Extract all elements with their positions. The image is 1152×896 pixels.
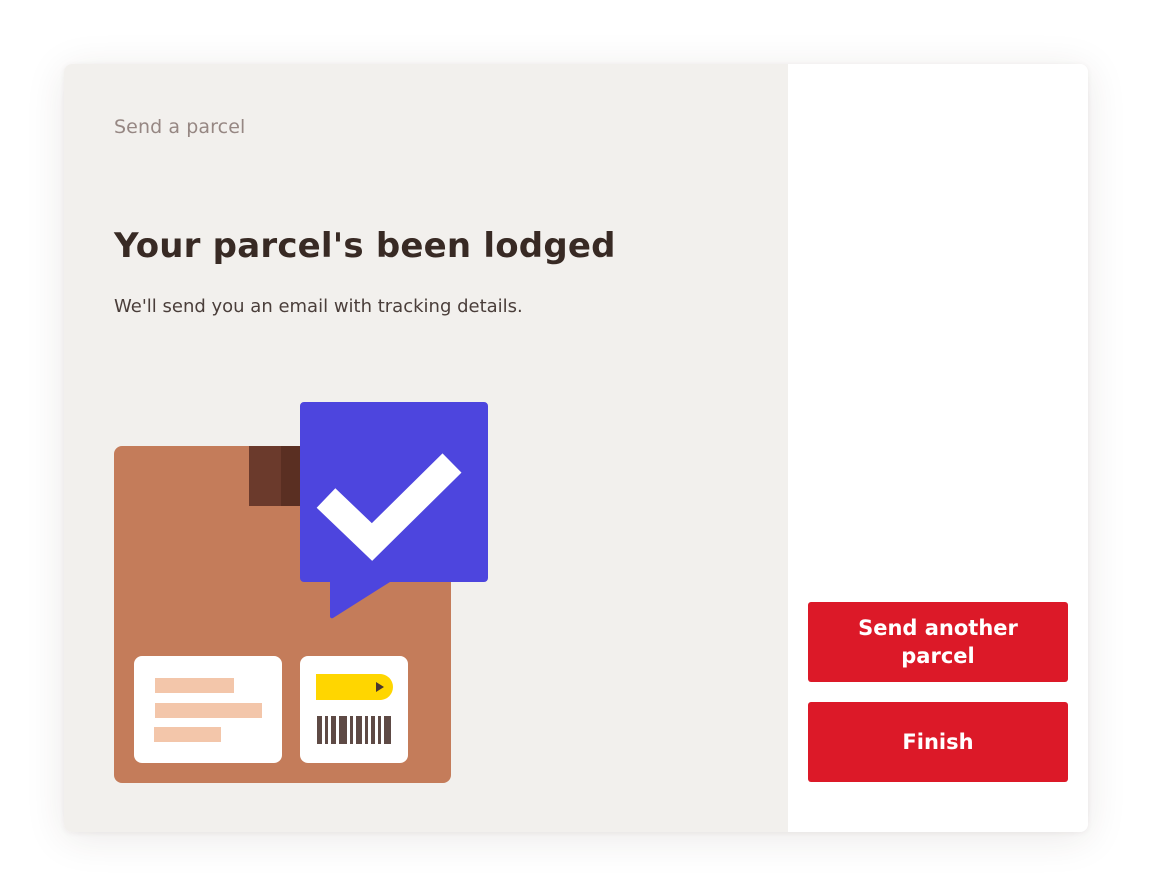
page-title: Your parcel's been lodged xyxy=(114,226,616,266)
finish-button[interactable]: Finish xyxy=(808,702,1068,782)
confirmation-card: Send a parcel Your parcel's been lodged … xyxy=(64,64,1088,832)
send-another-parcel-button[interactable]: Send another parcel xyxy=(808,602,1068,682)
parcel-with-checkmark-illustration xyxy=(114,402,488,783)
address-label-icon xyxy=(134,656,282,763)
page-subtitle: We'll send you an email with tracking de… xyxy=(114,296,523,317)
barcode-icon xyxy=(300,656,408,763)
breadcrumb: Send a parcel xyxy=(114,116,246,138)
action-panel: Send another parcel Finish xyxy=(788,64,1088,832)
confirmation-panel: Send a parcel Your parcel's been lodged … xyxy=(64,64,788,832)
